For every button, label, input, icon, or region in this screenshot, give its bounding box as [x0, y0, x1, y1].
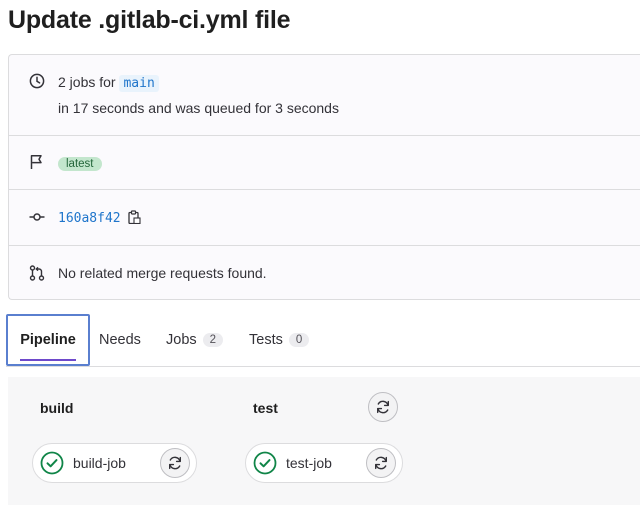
duration-text: in 17 seconds and was queued for 3 secon… — [58, 100, 339, 116]
commit-sha-link[interactable]: 160a8f42 — [58, 211, 121, 226]
flag-icon — [30, 155, 42, 169]
jobs-summary-row: 2 jobs for main in 17 seconds and was qu… — [9, 55, 640, 136]
tests-count-badge: 0 — [288, 333, 310, 347]
retry-icon — [375, 456, 387, 470]
active-tab-underline — [20, 359, 76, 361]
badges-row: latest — [9, 135, 640, 190]
retry-icon — [377, 400, 389, 414]
jobs-count-badge: 2 — [202, 333, 224, 347]
pipeline-info-box: 2 jobs for main in 17 seconds and was qu… — [8, 54, 640, 300]
success-status-icon — [253, 451, 277, 475]
latest-badge: latest — [58, 157, 102, 171]
job-test-job[interactable]: test-job — [245, 443, 403, 483]
tab-label: Tests — [249, 332, 283, 348]
tab-label: Needs — [99, 332, 141, 348]
retry-job-button[interactable] — [160, 448, 190, 478]
tab-jobs[interactable]: Jobs 2 — [166, 314, 224, 366]
branch-link[interactable]: main — [119, 75, 159, 92]
jobs-count-text: 2 jobs for — [58, 74, 116, 90]
retry-stage-button[interactable] — [368, 392, 398, 422]
jobs-summary: 2 jobs for main — [58, 74, 159, 92]
commit-row: 160a8f42 — [9, 189, 640, 246]
clock-icon — [29, 73, 45, 89]
tab-tests[interactable]: Tests 0 — [249, 314, 310, 366]
tab-label: Jobs — [166, 332, 197, 348]
retry-icon — [169, 456, 181, 470]
tab-pipeline[interactable]: Pipeline — [6, 314, 90, 366]
merge-request-icon — [29, 265, 45, 281]
clipboard-icon — [127, 210, 141, 225]
tab-label: Pipeline — [20, 332, 76, 348]
retry-job-button[interactable] — [366, 448, 396, 478]
job-build-job[interactable]: build-job — [32, 443, 197, 483]
stage-name-build: build — [40, 400, 74, 416]
commit-icon — [29, 213, 45, 221]
pipeline-graph: build build-job test test-job — [8, 377, 640, 505]
job-name: build-job — [73, 455, 126, 471]
page-title: Update .gitlab-ci.yml file — [8, 6, 291, 34]
merge-requests-text: No related merge requests found. — [58, 265, 267, 281]
merge-requests-row: No related merge requests found. — [9, 245, 640, 299]
job-name: test-job — [286, 455, 332, 471]
copy-commit-sha-button[interactable] — [127, 210, 141, 225]
tab-needs[interactable]: Needs — [99, 314, 141, 366]
stage-name-test: test — [253, 400, 278, 416]
pipeline-tabs: Pipeline Needs Jobs 2 Tests 0 — [6, 314, 640, 367]
success-status-icon — [40, 451, 64, 475]
